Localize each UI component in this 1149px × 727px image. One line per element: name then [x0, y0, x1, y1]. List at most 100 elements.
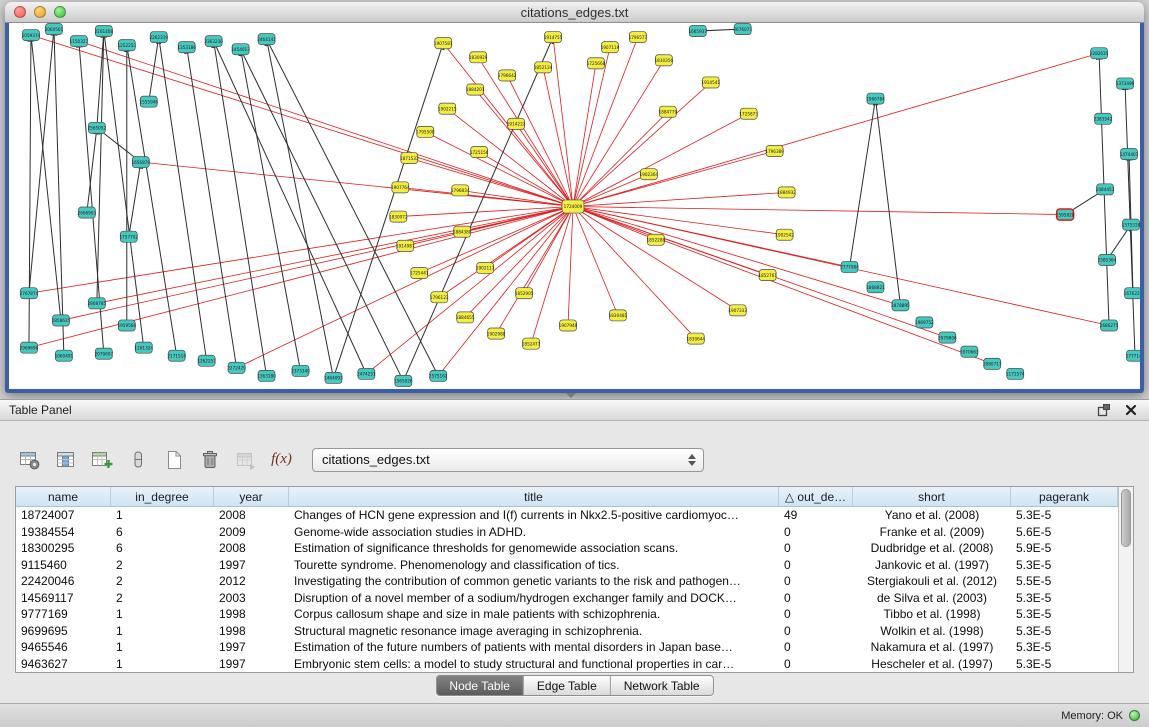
graph-node[interactable]: 1852905: [515, 288, 534, 299]
minimize-window-button[interactable]: [34, 6, 46, 18]
graph-node[interactable]: 1902117: [476, 262, 495, 273]
table-row[interactable]: 1830029562008Estimation of significance …: [16, 540, 1118, 557]
graph-edge[interactable]: [29, 35, 31, 348]
graph-edge[interactable]: [573, 47, 610, 206]
graph-edge[interactable]: [31, 35, 573, 206]
graph-node[interactable]: 1363180: [257, 370, 276, 381]
graph-node[interactable]: 1884655: [456, 312, 475, 323]
graph-node[interactable]: 1575318: [1122, 219, 1140, 230]
graph-node[interactable]: 1884388: [453, 226, 472, 237]
graph-node[interactable]: 2575162: [429, 370, 448, 381]
graph-edge[interactable]: [568, 207, 573, 326]
graph-node[interactable]: 1070663: [960, 346, 979, 357]
graph-edge[interactable]: [573, 192, 787, 206]
graph-edge[interactable]: [553, 37, 573, 206]
graph-edge[interactable]: [478, 57, 573, 206]
graph-edge[interactable]: [79, 41, 573, 206]
graph-node[interactable]: 1796642: [498, 70, 517, 81]
graph-edge[interactable]: [214, 41, 367, 374]
graph-edge[interactable]: [543, 67, 573, 206]
graph-node[interactable]: 1884779: [659, 106, 678, 117]
graph-node[interactable]: 2484453: [1096, 184, 1115, 195]
graph-node[interactable]: 1830356: [655, 55, 674, 66]
graph-edge[interactable]: [31, 35, 61, 320]
graph-node[interactable]: 1902988: [487, 328, 506, 339]
graph-node[interactable]: 1656879: [131, 157, 150, 168]
network-graph[interactable]: 1724009185213417966421884201190221517955…: [9, 23, 1140, 389]
column-header[interactable]: pagerank: [1011, 487, 1118, 506]
graph-node[interactable]: 1252253: [117, 40, 136, 51]
graph-node[interactable]: 1907764: [391, 182, 410, 193]
tab-edge-table[interactable]: Edge Table: [524, 676, 611, 695]
table-row[interactable]: 1456911722003Disruption of a novel membe…: [16, 590, 1118, 607]
graph-node[interactable]: 1060491: [55, 350, 74, 361]
graph-node[interactable]: 1796389: [765, 146, 784, 157]
graph-node[interactable]: 1907948: [559, 320, 578, 331]
graph-edge[interactable]: [29, 207, 573, 294]
graph-edge[interactable]: [850, 99, 876, 267]
graph-node[interactable]: 2979806: [938, 332, 957, 343]
graph-node[interactable]: 1852477: [522, 338, 541, 349]
graph-edge[interactable]: [573, 207, 1065, 215]
scrollbar-thumb[interactable]: [1121, 489, 1131, 547]
graph-edge[interactable]: [54, 29, 64, 356]
graph-node[interactable]: 1914222: [507, 118, 526, 129]
graph-node[interactable]: 1969752: [915, 317, 934, 328]
graph-node[interactable]: 1555946: [139, 96, 158, 107]
tab-node-table[interactable]: Node Table: [436, 676, 524, 695]
graph-node[interactable]: 2060501: [45, 24, 64, 35]
graph-node[interactable]: 1884201: [466, 84, 485, 95]
column-header[interactable]: △ out_de…: [779, 487, 853, 506]
graph-node[interactable]: 1914987: [396, 240, 415, 251]
delete-button[interactable]: [194, 444, 225, 475]
graph-edge[interactable]: [187, 47, 237, 368]
graph-edge[interactable]: [267, 39, 334, 378]
graph-edge[interactable]: [507, 75, 573, 206]
graph-node[interactable]: 1595828: [1056, 209, 1075, 220]
graph-node[interactable]: 1796834: [451, 185, 470, 196]
graph-node[interactable]: 2161408: [95, 26, 114, 37]
graph-node[interactable]: 1914755: [544, 32, 563, 43]
graph-node[interactable]: 1150327: [70, 36, 89, 47]
window-titlebar[interactable]: citations_edges.txt: [5, 2, 1144, 23]
graph-node[interactable]: 1852288: [647, 234, 666, 245]
graph-node[interactable]: 2070607: [95, 348, 114, 359]
graph-node[interactable]: 2373340: [291, 365, 310, 376]
graph-node[interactable]: 1454013: [231, 44, 250, 55]
graph-node[interactable]: 1902364: [640, 169, 659, 180]
graph-node[interactable]: 1858635: [52, 315, 71, 326]
table-row[interactable]: 1938455462009Genome-wide association stu…: [16, 524, 1118, 541]
graph-edge[interactable]: [524, 207, 573, 294]
table-row[interactable]: 969969511998Structural magnetic resonanc…: [16, 623, 1118, 640]
graph-node[interactable]: 1959568: [117, 320, 136, 331]
graph-node[interactable]: 1474407: [1120, 149, 1139, 160]
graph-edge[interactable]: [496, 207, 573, 334]
graph-node[interactable]: 1914541: [701, 77, 720, 88]
graph-node[interactable]: 1884932: [777, 187, 796, 198]
graph-node[interactable]: 1907333: [728, 305, 747, 316]
graph-edge[interactable]: [573, 207, 785, 235]
graph-edge[interactable]: [460, 190, 573, 206]
graph-node[interactable]: 1171574: [1006, 368, 1025, 379]
graph-node[interactable]: 2969696: [20, 342, 39, 353]
graph-node[interactable]: 2272429: [227, 362, 246, 373]
graph-edge[interactable]: [573, 53, 1099, 206]
graph-node[interactable]: 1059374: [22, 30, 41, 41]
graph-node[interactable]: 1796123: [430, 292, 449, 303]
graph-node[interactable]: 1725156: [470, 147, 489, 158]
graph-node[interactable]: 2363230: [204, 36, 223, 47]
graph-node[interactable]: 2878895: [891, 300, 910, 311]
graph-edge[interactable]: [573, 63, 596, 206]
tab-network-table[interactable]: Network Table: [611, 676, 713, 695]
splitter-handle[interactable]: [566, 393, 576, 398]
graph-edge[interactable]: [573, 60, 664, 206]
graph-node[interactable]: 1830481: [609, 310, 628, 321]
table-row[interactable]: 911546021997Tourette syndrome. Phenomeno…: [16, 557, 1118, 574]
graph-node[interactable]: 1725441: [410, 268, 429, 279]
table-row[interactable]: 977716911998Corpus callosum shape and si…: [16, 606, 1118, 623]
new-document-button[interactable]: [158, 444, 189, 475]
graph-node[interactable]: 1830644: [686, 333, 705, 344]
graph-node[interactable]: 1353186: [177, 42, 196, 53]
graph-node[interactable]: 1852134: [534, 62, 553, 73]
table-row[interactable]: 2242004622012Investigating the contribut…: [16, 573, 1118, 590]
